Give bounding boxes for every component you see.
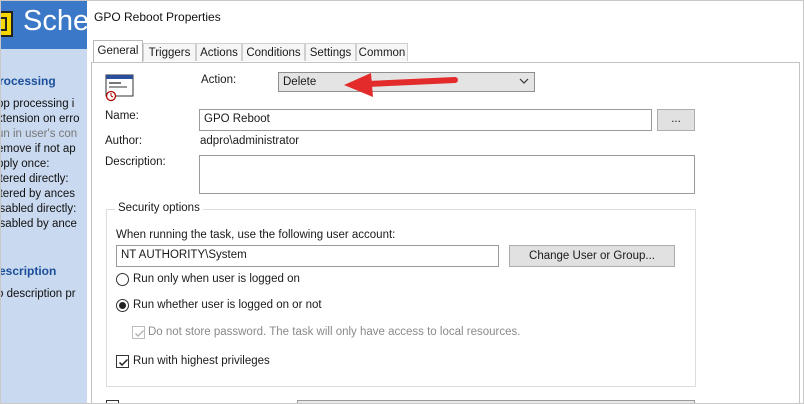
account-prompt: When running the task, use the following… [116,229,396,241]
radio-whether-logged-on[interactable] [116,299,129,312]
tab-actions[interactable]: Actions [196,43,242,61]
properties-dialog: GPO Reboot Properties General Triggers A… [88,1,803,403]
processing-line: emove if not ap [1,143,76,155]
user-account-value: NT AUTHORITY\System [121,249,247,261]
name-field-value: GPO Reboot [204,113,270,125]
processing-line: isabled directly: [1,203,77,215]
browse-button[interactable]: ... [657,109,695,131]
chevron-down-icon [519,78,529,84]
security-options-title: Security options [115,202,203,214]
check-icon [134,329,145,338]
processing-line: un in user's con [1,128,78,140]
description-text: o description pr [1,288,76,300]
scheduled-task-icon [1,11,13,37]
description-field[interactable] [199,155,695,194]
screenshot-frame: Sche rocessing op processing i xtension … [0,0,804,404]
tab-general[interactable]: General [93,40,143,62]
processing-line: xtension on erro [1,113,80,125]
processing-line: op processing i [1,98,75,110]
radio-logged-on[interactable] [116,273,129,286]
highest-privileges-checkbox[interactable] [116,355,129,368]
check-icon [118,358,129,367]
do-not-store-label: Do not store password. The task will onl… [148,326,521,338]
change-user-button[interactable]: Change User or Group... [509,245,675,267]
author-label: Author: [105,135,143,147]
task-window-icon [105,74,134,102]
processing-line: isabled by ance [1,218,77,230]
user-account-field: NT AUTHORITY\System [116,245,499,267]
section-description: escription [1,264,57,278]
tab-triggers[interactable]: Triggers [143,43,196,61]
radio-whether-logged-on-label[interactable]: Run whether user is logged on or not [133,299,322,311]
do-not-store-checkbox [132,326,145,339]
dialog-title: GPO Reboot Properties [94,10,221,24]
action-label: Action: [201,74,237,86]
background-header: Sche [1,1,87,49]
action-select-value: Delete [283,76,317,88]
red-arrow-icon [344,73,458,97]
processing-line: pply once: [1,158,50,170]
bottom-checkbox[interactable] [106,400,119,403]
name-label: Name: [105,110,139,122]
description-label: Description: [105,156,166,168]
author-value: adpro\administrator [200,135,300,147]
bottom-dropdown[interactable] [297,400,695,403]
tab-settings[interactable]: Settings [305,43,356,61]
background-window: Sche rocessing op processing i xtension … [1,1,87,403]
tab-common[interactable]: Common [356,43,408,61]
name-field[interactable]: GPO Reboot [199,109,652,131]
highest-privileges-label[interactable]: Run with highest privileges [133,355,270,367]
tab-conditions[interactable]: Conditions [242,43,305,61]
processing-line: ltered directly: [1,173,69,185]
radio-logged-on-label[interactable]: Run only when user is logged on [133,273,300,285]
background-title: Sche [23,5,87,37]
processing-line: ltered by ances [1,188,75,200]
section-processing: rocessing [1,74,56,88]
